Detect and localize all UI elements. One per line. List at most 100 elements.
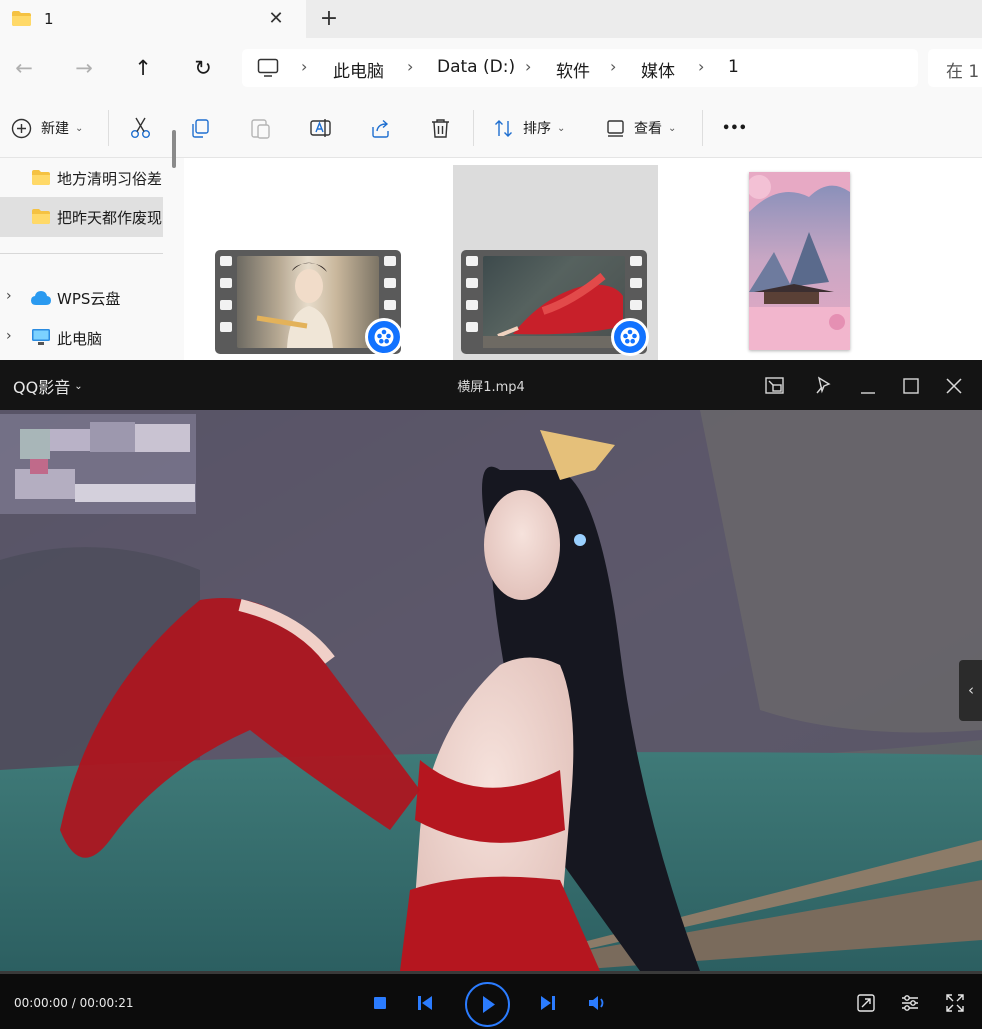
video-thumbnail — [483, 256, 625, 348]
view-label: 查看 — [634, 121, 662, 137]
time-display: 00:00:00 / 00:00:21 — [14, 996, 134, 1010]
trash-icon — [432, 118, 449, 138]
folder-icon — [32, 170, 50, 185]
previous-icon[interactable] — [414, 992, 436, 1014]
share-icon — [372, 119, 389, 138]
video-frame[interactable]: ‹ — [0, 410, 982, 971]
search-input[interactable]: 在 1 — [928, 49, 982, 87]
sort-icon — [495, 119, 512, 137]
back-button[interactable]: ← — [10, 54, 38, 82]
thumbnail-figure — [256, 262, 333, 348]
chevron-right-icon[interactable]: › — [6, 328, 12, 344]
tab-bar: 1 ✕ + — [0, 0, 982, 38]
tab-folder-1[interactable]: 1 ✕ — [0, 0, 306, 38]
cut-button[interactable] — [130, 116, 151, 140]
tab-title: 1 — [44, 10, 54, 28]
sidebar-item-wps-cloud[interactable]: › WPS云盘 — [0, 278, 163, 318]
pin-icon[interactable] — [811, 373, 837, 399]
image-thumbnail — [747, 172, 850, 350]
sidebar-item-folder-2[interactable]: 把昨天都作废现 — [0, 197, 163, 237]
more-options-button[interactable]: ••• — [722, 116, 747, 140]
search-placeholder: 在 1 — [946, 62, 980, 82]
playlist-toggle-button[interactable]: ‹ — [959, 660, 982, 721]
maximize-icon[interactable] — [898, 373, 924, 399]
monitor-icon — [257, 58, 279, 77]
rename-icon — [310, 119, 331, 137]
qq-player-icon — [365, 318, 403, 356]
scissors-icon — [131, 117, 150, 138]
rename-button[interactable] — [310, 116, 331, 140]
play-icon — [483, 996, 495, 1013]
new-button[interactable]: 新建 ⌄ — [11, 116, 83, 140]
file-video-1[interactable] — [215, 250, 403, 356]
copy-button[interactable] — [190, 116, 211, 140]
minimize-icon[interactable] — [855, 373, 881, 399]
thumbnail-figure — [483, 272, 625, 348]
player-title-bar: QQ影音 ⌄ 横屏1.mp4 — [0, 360, 982, 410]
video-thumbnail — [237, 256, 379, 348]
breadcrumb-separator[interactable]: › — [698, 57, 704, 76]
close-tab-button[interactable]: ✕ — [264, 7, 288, 31]
sidebar-item-folder-1[interactable]: 地方清明习俗差 — [0, 158, 163, 198]
clipboard-icon — [251, 119, 270, 139]
film-strip-left — [220, 256, 232, 344]
breadcrumb-separator[interactable]: › — [610, 57, 616, 76]
breadcrumb-separator[interactable]: › — [525, 57, 531, 76]
command-bar: 新建 ⌄ 排序 ⌄ 查看 ⌄ ••• — [0, 98, 982, 158]
folder-icon — [32, 209, 50, 224]
breadcrumb-separator[interactable]: › — [301, 57, 307, 76]
plus-circle-icon — [11, 118, 32, 138]
delete-button[interactable] — [430, 116, 451, 140]
chevron-right-icon[interactable]: › — [6, 288, 12, 304]
refresh-button[interactable]: ↻ — [189, 54, 217, 82]
next-icon[interactable] — [537, 992, 559, 1014]
sidebar-item-label: 地方清明习俗差 — [57, 170, 163, 188]
divider — [0, 253, 163, 254]
film-strip-left — [466, 256, 478, 344]
address-bar[interactable]: › 此电脑 › Data (D:) › 软件 › 媒体 › 1 — [242, 49, 918, 87]
volume-icon[interactable] — [586, 992, 608, 1014]
mini-mode-icon[interactable] — [762, 373, 788, 399]
divider — [108, 110, 109, 146]
file-image-1[interactable] — [747, 172, 850, 350]
player-controls: 00:00:00 / 00:00:21 — [0, 974, 982, 1029]
view-button[interactable]: 查看 ⌄ — [606, 116, 676, 140]
chevron-down-icon: ⌄ — [75, 122, 84, 134]
divider — [702, 110, 703, 146]
up-button[interactable]: ↑ — [129, 54, 157, 82]
navigation-bar: ← → ↑ ↻ › 此电脑 › Data (D:) › 软件 › 媒体 › 1 … — [0, 38, 982, 98]
close-icon[interactable] — [941, 373, 967, 399]
settings-sliders-icon[interactable] — [899, 992, 921, 1014]
folder-icon — [12, 11, 31, 26]
screenshot-icon[interactable] — [855, 992, 877, 1014]
sidebar-item-this-pc[interactable]: › 此电脑 — [0, 318, 163, 358]
breadcrumb-data-drive[interactable]: Data (D:) — [437, 57, 515, 77]
paste-button[interactable] — [250, 116, 271, 140]
new-label: 新建 — [41, 121, 69, 137]
stop-icon[interactable] — [369, 992, 391, 1014]
breadcrumb-media[interactable]: 媒体 — [641, 57, 675, 82]
sidebar-item-label: WPS云盘 — [57, 290, 121, 308]
breadcrumb-folder-1[interactable]: 1 — [728, 57, 739, 77]
breadcrumb-software[interactable]: 软件 — [556, 57, 590, 82]
sidebar-scrollbar[interactable] — [172, 130, 176, 168]
share-button[interactable] — [370, 116, 391, 140]
fullscreen-icon[interactable] — [944, 992, 966, 1014]
file-video-2[interactable] — [461, 250, 649, 356]
chevron-down-icon: ⌄ — [668, 122, 677, 134]
breadcrumb-separator[interactable]: › — [407, 57, 413, 76]
new-tab-button[interactable]: + — [316, 7, 342, 31]
sidebar-item-label: 此电脑 — [57, 330, 103, 348]
cloud-icon — [31, 291, 51, 305]
forward-button[interactable]: → — [70, 54, 98, 82]
computer-icon — [32, 329, 50, 345]
view-icon — [607, 119, 624, 137]
chevron-down-icon: ⌄ — [557, 122, 566, 134]
play-button[interactable] — [465, 982, 510, 1027]
sidebar-item-label: 把昨天都作废现 — [57, 209, 163, 227]
qq-player-window: QQ影音 ⌄ 横屏1.mp4 ‹ 00:00:00 / 00:00:21 — [0, 360, 982, 1029]
sort-button[interactable]: 排序 ⌄ — [493, 116, 565, 140]
navigation-pane: 地方清明习俗差 把昨天都作废现 › WPS云盘 › 此电脑 — [0, 158, 172, 360]
breadcrumb-this-pc[interactable]: 此电脑 — [333, 57, 384, 82]
divider — [473, 110, 474, 146]
